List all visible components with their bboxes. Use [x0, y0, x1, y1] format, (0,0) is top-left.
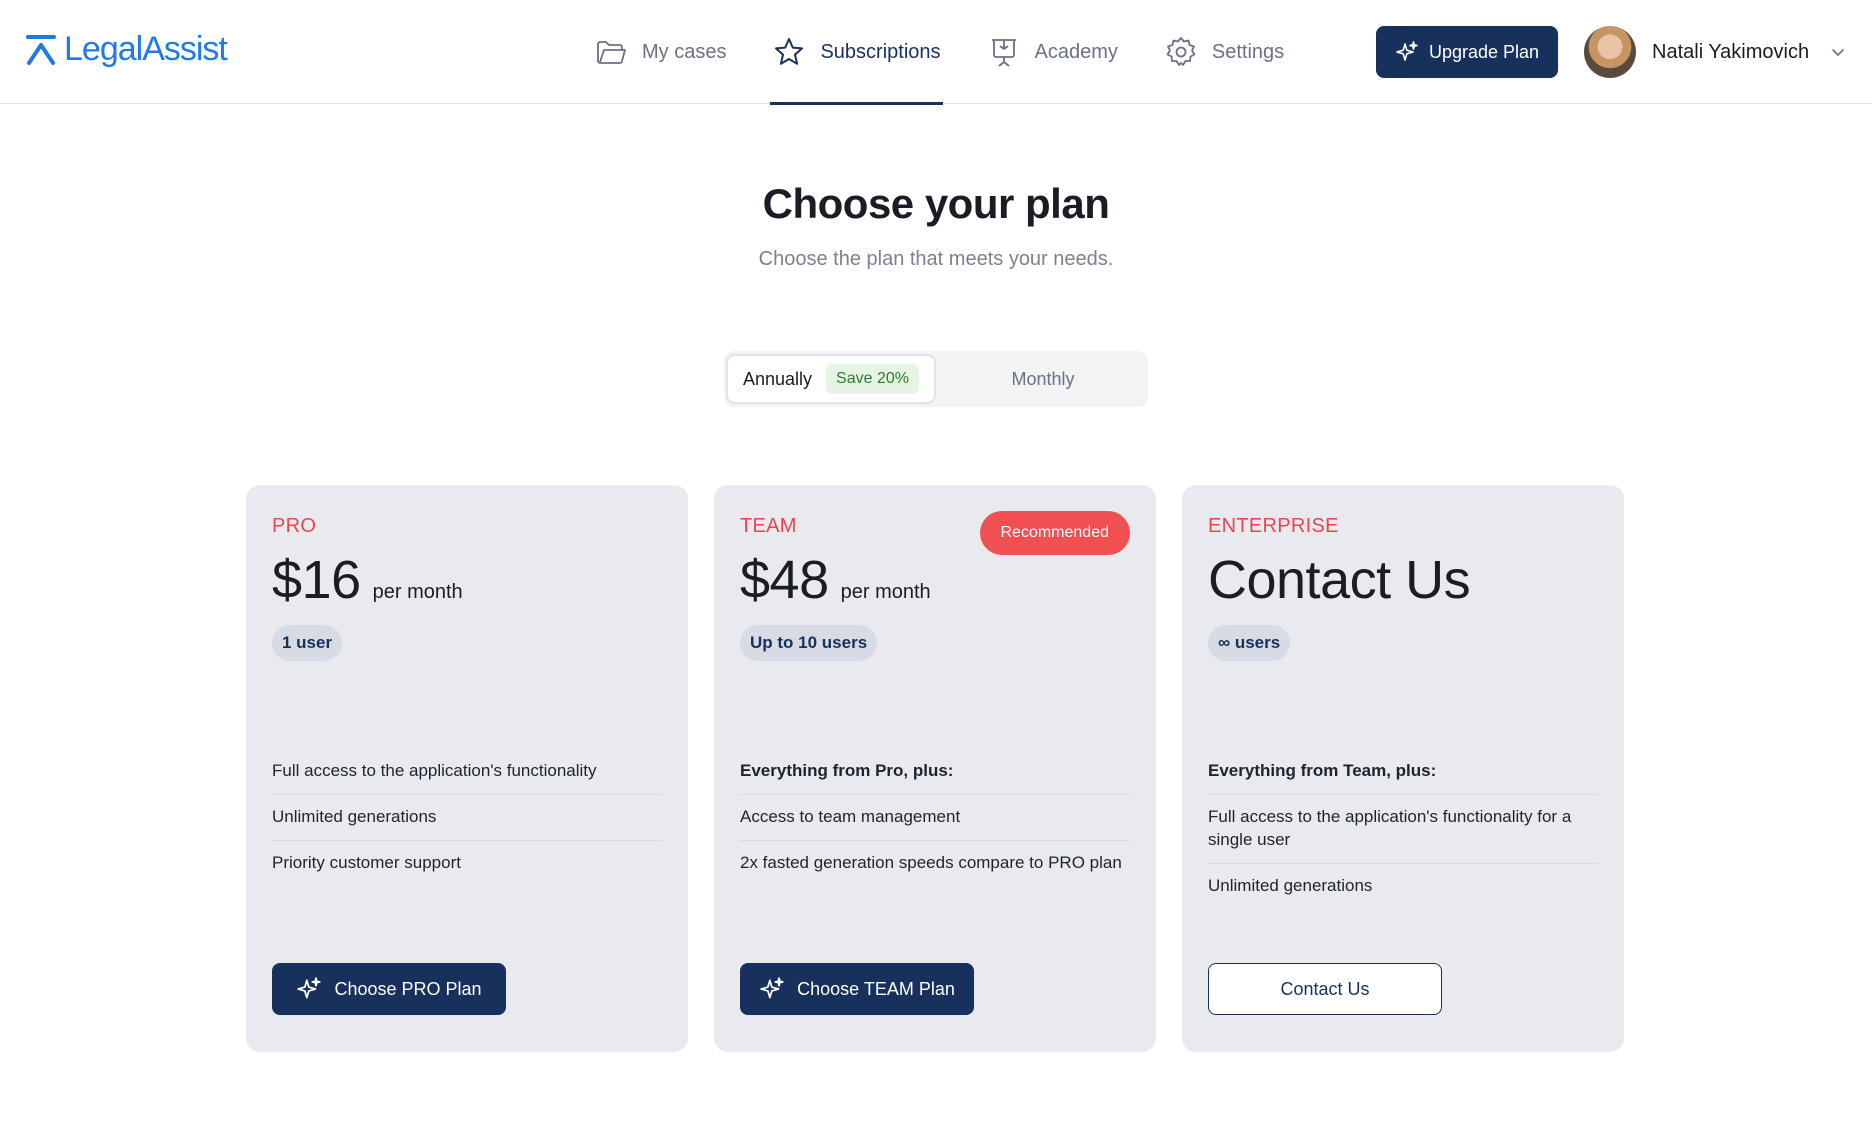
upgrade-plan-button[interactable]: Upgrade Plan — [1376, 26, 1558, 78]
gear-icon — [1166, 37, 1196, 66]
sparkle-icon — [1396, 41, 1418, 61]
folder-icon — [597, 41, 626, 64]
price-row: Contact Us — [1208, 549, 1471, 611]
logo-text: LegalAssist — [64, 30, 228, 68]
chevron-down-icon — [1832, 49, 1844, 56]
feature-list: Everything from Pro, plus: Access to tea… — [740, 749, 1130, 886]
plan-name: ENTERPRISE — [1208, 515, 1339, 537]
logo-icon — [26, 34, 56, 65]
nav-item-subscriptions[interactable]: Subscriptions — [770, 0, 943, 105]
logo[interactable]: LegalAssist — [26, 30, 228, 69]
plan-card-enterprise: ENTERPRISE Contact Us ∞ users Everything… — [1182, 485, 1624, 1052]
star-icon — [775, 38, 804, 65]
users-badge: Up to 10 users — [740, 625, 878, 661]
plan-price: $16 — [272, 550, 361, 610]
nav-label: Subscriptions — [820, 40, 941, 63]
button-label: Choose PRO Plan — [334, 978, 482, 999]
user-menu[interactable]: Natali Yakimovich — [1584, 26, 1847, 78]
feature-item: Full access to the application's functio… — [272, 749, 662, 795]
plan-price: $48 — [740, 550, 829, 610]
users-badge: ∞ users — [1208, 625, 1291, 661]
page-subtitle: Choose the plan that meets your needs. — [758, 248, 1114, 270]
nav-item-settings[interactable]: Settings — [1162, 0, 1286, 104]
users-badge: 1 user — [272, 625, 343, 661]
feature-item: Access to team management — [740, 795, 1130, 841]
save-badge: Save 20% — [826, 364, 919, 394]
feature-list: Full access to the application's functio… — [272, 749, 662, 886]
choose-team-plan-button[interactable]: Choose TEAM Plan — [740, 963, 974, 1015]
sparkle-icon — [760, 977, 784, 999]
choose-pro-plan-button[interactable]: Choose PRO Plan — [272, 963, 506, 1015]
feature-item: Full access to the application's functio… — [1208, 795, 1598, 864]
page-title: Choose your plan — [762, 180, 1110, 227]
feature-list: Everything from Team, plus: Full access … — [1208, 749, 1598, 909]
user-name: Natali Yakimovich — [1652, 40, 1810, 63]
feature-item: Unlimited generations — [1208, 876, 1373, 895]
upgrade-plan-label: Upgrade Plan — [1428, 41, 1540, 62]
feature-heading: Everything from Team, plus: — [1208, 749, 1598, 795]
plan-name: TEAM — [740, 515, 797, 537]
plan-name: PRO — [272, 515, 317, 537]
plan-card-pro: PRO $16 per month 1 user Full access to … — [246, 485, 688, 1052]
price-row: $16 per month — [272, 549, 463, 611]
billing-period-toggle: Annually Save 20% Monthly — [724, 351, 1148, 407]
feature-item: Priority customer support — [272, 853, 461, 872]
price-row: $48 per month — [740, 549, 931, 611]
avatar — [1584, 26, 1636, 78]
nav-label: Academy — [1034, 40, 1118, 63]
feature-heading: Everything from Pro, plus: — [740, 749, 1130, 795]
monthly-label: Monthly — [1011, 368, 1075, 389]
presentation-icon — [991, 39, 1016, 67]
nav-label: My cases — [642, 40, 727, 63]
plan-price: Contact Us — [1208, 550, 1471, 610]
button-label: Contact Us — [1280, 978, 1370, 999]
top-bar: LegalAssist My cases Subscriptions Acade… — [0, 0, 1872, 105]
nav-item-my-cases[interactable]: My cases — [592, 0, 728, 104]
feature-item: 2x fasted generation speeds compare to P… — [740, 853, 1122, 872]
button-label: Choose TEAM Plan — [797, 978, 955, 999]
nav-item-academy[interactable]: Academy — [985, 0, 1120, 104]
sparkle-icon — [297, 977, 322, 999]
contact-us-button[interactable]: Contact Us — [1208, 963, 1442, 1015]
billing-option-monthly[interactable]: Monthly — [940, 354, 1146, 404]
plan-card-team: TEAM Recommended $48 per month Up to 10 … — [714, 485, 1156, 1052]
main-nav: My cases Subscriptions Academy Settings — [592, 0, 1328, 105]
plan-period: per month — [372, 581, 463, 603]
annually-label: Annually — [743, 368, 813, 389]
plan-period: per month — [840, 581, 931, 603]
billing-option-annually[interactable]: Annually Save 20% — [726, 354, 936, 404]
feature-item: Unlimited generations — [272, 795, 662, 841]
recommended-badge: Recommended — [979, 511, 1130, 555]
nav-label: Settings — [1211, 40, 1285, 63]
